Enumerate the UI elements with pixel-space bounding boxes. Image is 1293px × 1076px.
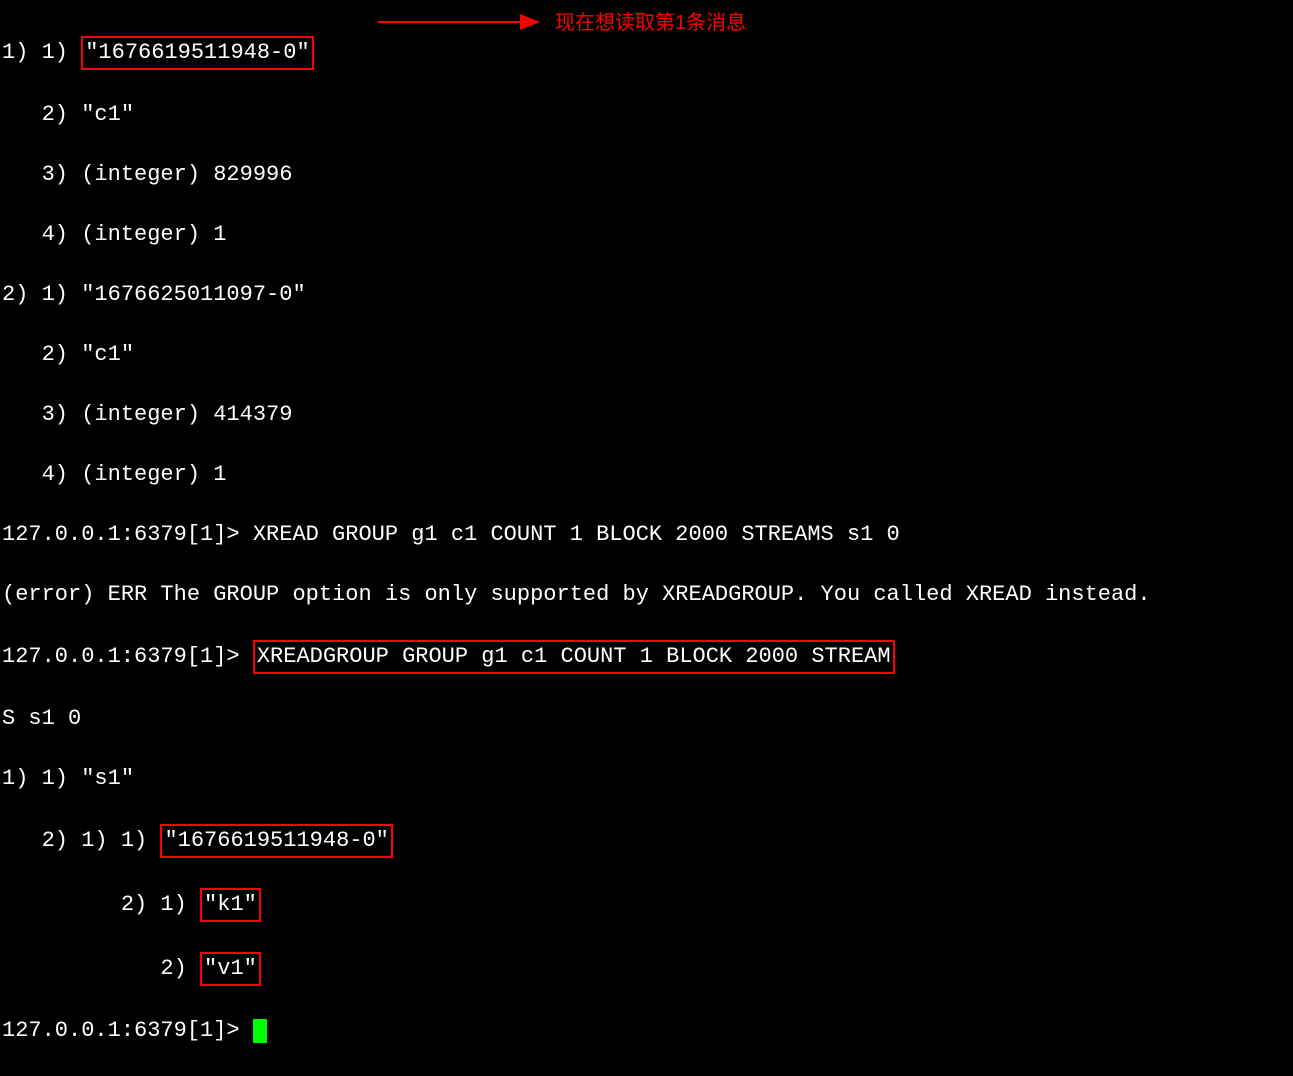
output-line: 3) (integer) 414379 <box>2 400 1291 430</box>
text: 1) 1) <box>2 40 81 65</box>
highlighted-id: "1676619511948-0" <box>160 824 392 858</box>
terminal-output[interactable]: 1) 1) "1676619511948-0" 2) "c1" 3) (inte… <box>2 6 1291 1076</box>
annotation-text: 现在想读取第1条消息 <box>555 8 746 38</box>
error-line: (error) ERR The GROUP option is only sup… <box>2 580 1291 610</box>
output-line: 2) 1) 1) "1676619511948-0" <box>2 824 1291 858</box>
output-line: 2) "c1" <box>2 100 1291 130</box>
highlighted-command: XREADGROUP GROUP g1 c1 COUNT 1 BLOCK 200… <box>253 640 895 674</box>
output-line: 4) (integer) 1 <box>2 220 1291 250</box>
prompt: 127.0.0.1:6379[1]> <box>2 1018 253 1043</box>
text: 2) 1) 1) <box>2 828 160 853</box>
output-line: 2) "c1" <box>2 340 1291 370</box>
highlighted-value: "v1" <box>200 952 261 986</box>
command-line-cont: S s1 0 <box>2 704 1291 734</box>
cursor <box>253 1019 267 1043</box>
output-line: 3) (integer) 829996 <box>2 160 1291 190</box>
command-line: 127.0.0.1:6379[1]> XREAD GROUP g1 c1 COU… <box>2 520 1291 550</box>
output-line: 1) 1) "s1" <box>2 764 1291 794</box>
text: 2) <box>2 956 200 981</box>
highlighted-key: "k1" <box>200 888 261 922</box>
output-line: 2) 1) "1676625011097-0" <box>2 280 1291 310</box>
output-line: 1) 1) "1676619511948-0" <box>2 36 1291 70</box>
command-line: 127.0.0.1:6379[1]> XREADGROUP GROUP g1 c… <box>2 640 1291 674</box>
output-line: 2) 1) "k1" <box>2 888 1291 922</box>
output-line: 2) "v1" <box>2 952 1291 986</box>
text: 2) 1) <box>2 892 200 917</box>
output-line: 4) (integer) 1 <box>2 460 1291 490</box>
highlighted-id: "1676619511948-0" <box>81 36 313 70</box>
prompt-line: 127.0.0.1:6379[1]> <box>2 1016 1291 1046</box>
prompt: 127.0.0.1:6379[1]> <box>2 644 253 669</box>
